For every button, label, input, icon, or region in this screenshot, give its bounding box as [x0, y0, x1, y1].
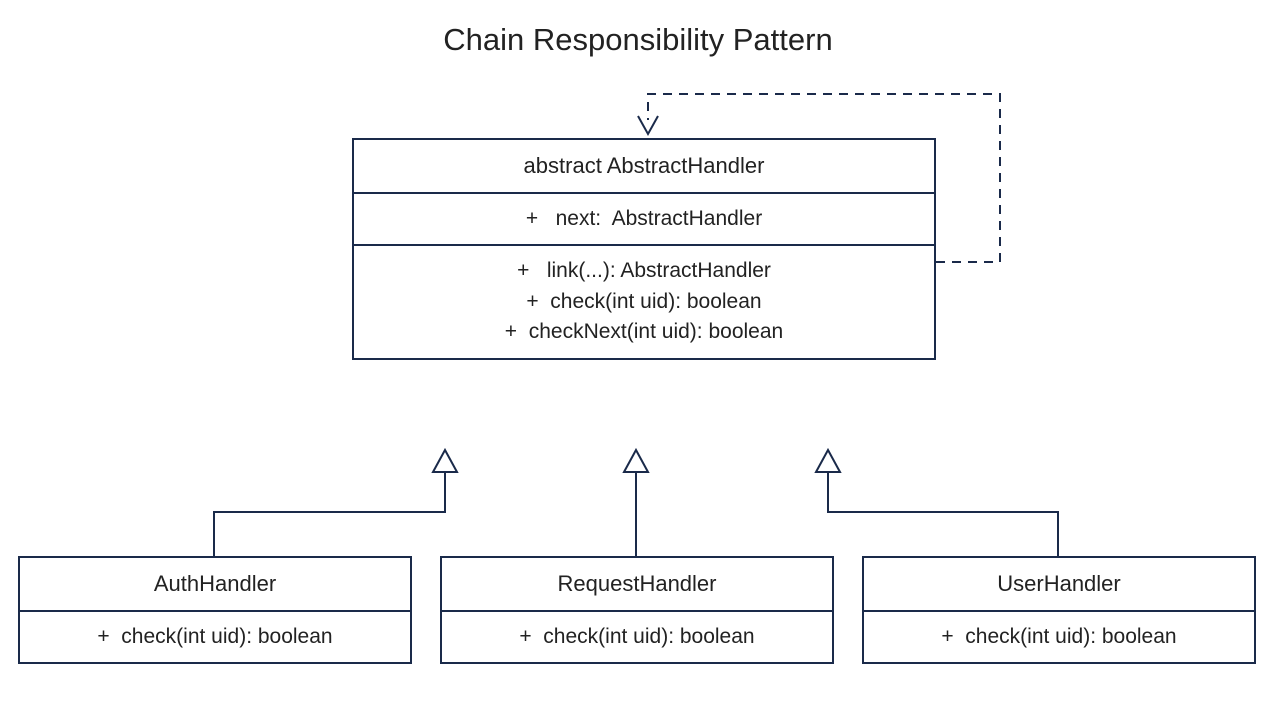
- uml-class-name: UserHandler: [864, 558, 1254, 612]
- uml-class-name: abstract AbstractHandler: [354, 140, 934, 194]
- uml-class-requesthandler: RequestHandler + check(int uid): boolean: [440, 556, 834, 664]
- uml-class-attributes: + next: AbstractHandler: [354, 194, 934, 246]
- uml-method: + checkNext(int uid): boolean: [370, 317, 918, 347]
- uml-class-name: RequestHandler: [442, 558, 832, 612]
- uml-class-authhandler: AuthHandler + check(int uid): boolean: [18, 556, 412, 664]
- diagram-title: Chain Responsibility Pattern: [0, 22, 1276, 58]
- uml-class-userhandler: UserHandler + check(int uid): boolean: [862, 556, 1256, 664]
- uml-method: + check(int uid): boolean: [880, 622, 1238, 652]
- uml-class-methods: + check(int uid): boolean: [20, 612, 410, 662]
- uml-class-methods: + check(int uid): boolean: [864, 612, 1254, 662]
- uml-method: + link(...): AbstractHandler: [370, 256, 918, 286]
- uml-method: + check(int uid): boolean: [36, 622, 394, 652]
- generalization-requesthandler: [624, 450, 648, 556]
- arrowhead-open-icon: [638, 116, 658, 134]
- uml-class-methods: + link(...): AbstractHandler + check(int…: [354, 246, 934, 357]
- uml-class-methods: + check(int uid): boolean: [442, 612, 832, 662]
- uml-method: + check(int uid): boolean: [370, 287, 918, 317]
- uml-attribute: + next: AbstractHandler: [370, 204, 918, 234]
- uml-class-name: AuthHandler: [20, 558, 410, 612]
- generalization-userhandler: [816, 450, 1058, 556]
- generalization-authhandler: [214, 450, 457, 556]
- diagram-canvas: Chain Responsibility Pattern abstract Ab…: [0, 0, 1276, 726]
- uml-method: + check(int uid): boolean: [458, 622, 816, 652]
- uml-class-abstracthandler: abstract AbstractHandler + next: Abstrac…: [352, 138, 936, 360]
